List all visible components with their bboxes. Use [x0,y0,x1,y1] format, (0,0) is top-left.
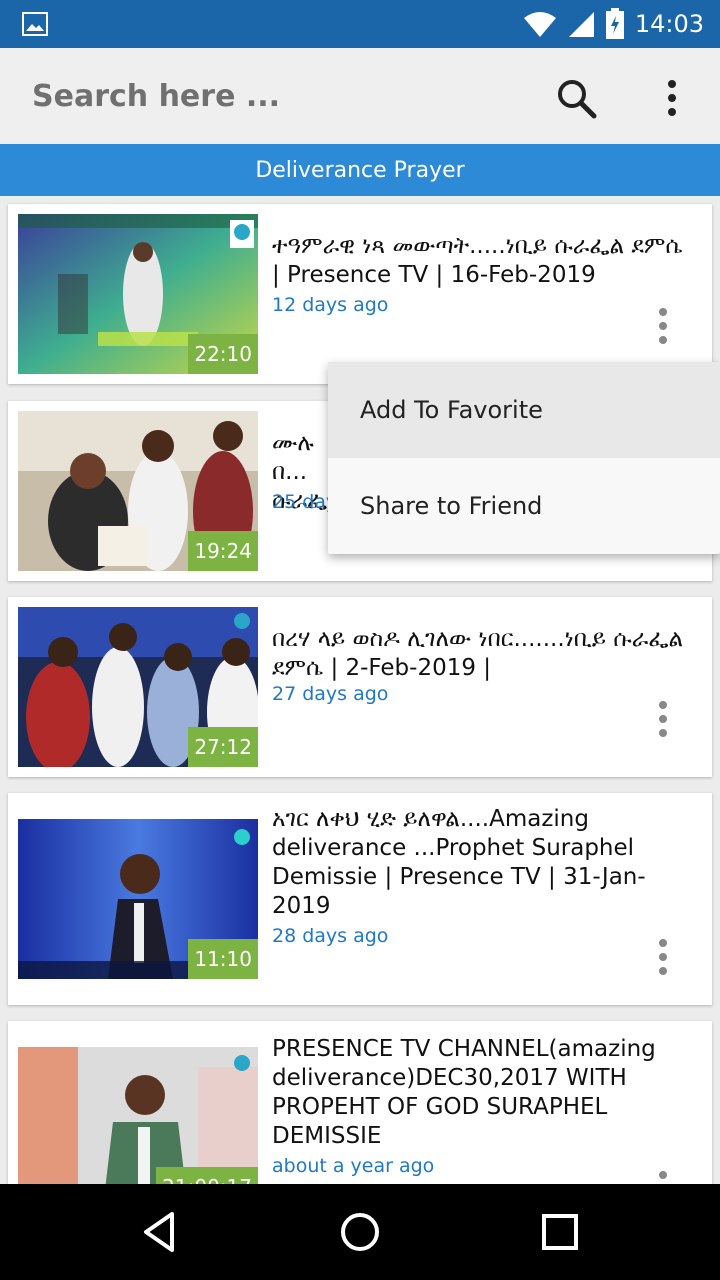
video-card[interactable]: 22:10 ተዓምራዊ ነጻ መውጣት.....ነቢይ ሱራፌል ደምሴ | P… [8,204,712,384]
wifi-icon [523,12,556,37]
more-vert-icon[interactable] [648,699,678,739]
status-bar: 14:03 [0,0,720,48]
search-icon[interactable] [552,74,600,122]
home-icon[interactable] [336,1208,384,1256]
video-thumbnail[interactable]: 11:10 [18,819,258,979]
menu-item-add-to-favorite[interactable]: Add To Favorite [328,362,720,458]
video-thumbnail[interactable]: 21:00:17 [18,1047,258,1184]
video-thumbnail[interactable]: 27:12 [18,607,258,767]
more-vert-icon[interactable] [648,937,678,977]
menu-item-share-to-friend[interactable]: Share to Friend [328,458,720,554]
search-input[interactable] [32,74,512,118]
thumbnail-image [18,1047,258,1184]
more-vert-icon[interactable] [648,306,678,346]
video-card[interactable]: 11:10 አገር ለቀህ ሂድ ይለዋል....Amazing deliver… [8,793,712,1005]
duration-badge: 22:10 [188,334,258,374]
video-age: about a year ago [272,1155,435,1177]
system-nav-bar [0,1184,720,1280]
signal-icon [568,12,594,37]
battery-icon [605,8,624,39]
video-title[interactable]: PRESENCE TV CHANNEL(amazing deliverance)… [272,1035,692,1151]
gallery-icon [22,12,48,36]
video-age: 12 days ago [272,294,389,316]
clock: 14:03 [634,10,704,38]
context-menu: Add To Favorite Share to Friend [328,362,720,554]
video-list[interactable]: 22:10 ተዓምራዊ ነጻ መውጣት.....ነቢይ ሱራፌል ደምሴ | P… [0,196,720,1184]
video-thumbnail[interactable]: 19:24 [18,411,258,571]
video-title[interactable]: አገር ለቀህ ሂድ ይለዋል....Amazing deliverance .… [272,805,692,921]
section-title: Deliverance Prayer [0,144,720,196]
duration-badge: 11:10 [188,939,258,979]
video-thumbnail[interactable]: 22:10 [18,214,258,374]
duration-badge: 27:12 [188,727,258,767]
video-age: 27 days ago [272,683,389,705]
back-icon[interactable] [136,1208,184,1256]
video-card[interactable]: 27:12 በረሃ ላይ ወስዶ ሊገለው ነበር.......ነቢይ ሱራፌል… [8,597,712,777]
video-title[interactable]: በረሃ ላይ ወስዶ ሊገለው ነበር.......ነቢይ ሱራፌል ደምሴ |… [272,625,692,683]
duration-badge: 21:00:17 [156,1167,258,1184]
more-vert-icon[interactable] [648,1169,678,1184]
recents-icon[interactable] [536,1208,584,1256]
more-vert-icon[interactable] [652,74,692,122]
duration-badge: 19:24 [188,531,258,571]
video-age: 28 days ago [272,925,389,947]
video-card[interactable]: 21:00:17 PRESENCE TV CHANNEL(amazing del… [8,1021,712,1184]
top-toolbar [0,48,720,144]
video-title[interactable]: ተዓምራዊ ነጻ መውጣት.....ነቢይ ሱራፌል ደምሴ | Presenc… [272,232,692,290]
